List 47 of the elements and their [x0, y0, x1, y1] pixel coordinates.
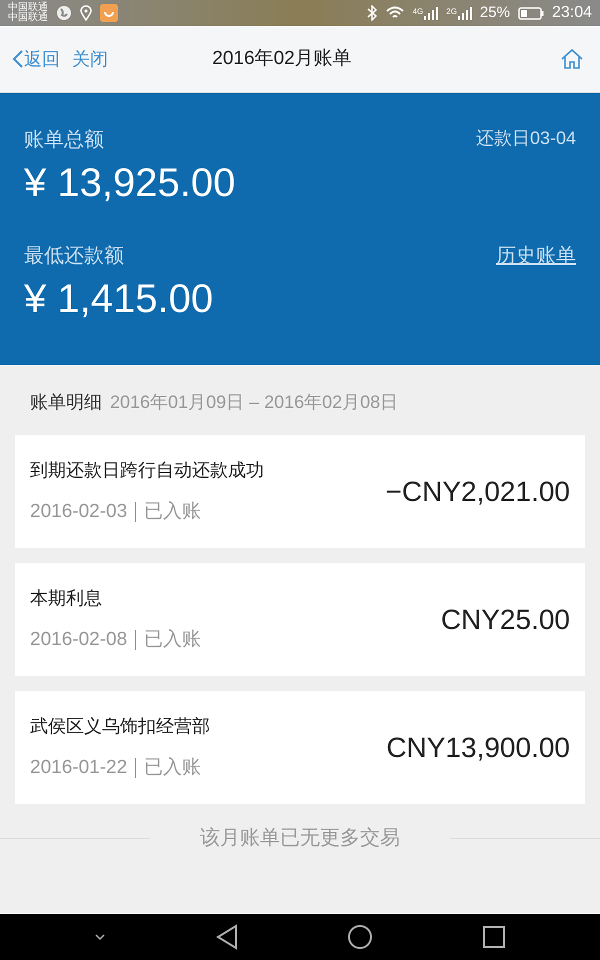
minimum-payment-amount: ¥ 1,415.00: [24, 276, 214, 323]
network-type-label: 2G: [446, 6, 457, 18]
bluetooth-icon: [366, 5, 377, 21]
transaction-amount: CNY25.00: [440, 602, 570, 636]
transaction-status: 已入账: [144, 756, 202, 780]
transaction-status: 已入账: [144, 628, 202, 652]
home-nav-button[interactable]: [347, 924, 374, 950]
transaction-card[interactable]: 到期还款日跨行自动还款成功 2016-02-03 已入账 −CNY2,021.00: [15, 435, 585, 548]
signal-icon: [458, 6, 472, 20]
square-recents-icon: [482, 925, 506, 949]
transaction-card[interactable]: 本期利息 2016-02-08 已入账 CNY25.00: [15, 563, 585, 676]
end-of-list-message: 该月账单已无更多交易: [200, 826, 400, 851]
transaction-date: 2016-02-08: [30, 628, 128, 652]
back-nav-button[interactable]: [214, 924, 239, 950]
battery-icon: [518, 6, 544, 20]
transaction-card[interactable]: 武侯区义乌饰扣经营部 2016-01-22 已入账 CNY13,900.00: [15, 691, 585, 804]
chevron-left-icon: [12, 49, 24, 69]
signal-icon: [424, 6, 438, 20]
total-amount: ¥ 13,925.00: [24, 160, 236, 207]
carrier-label: 中国联通: [8, 13, 48, 23]
network-type-label: 4G: [412, 6, 424, 18]
transaction-title: 武侯区义乌饰扣经营部: [30, 714, 210, 738]
transaction-amount: −CNY2,021.00: [386, 474, 570, 508]
location-pin-icon: [80, 5, 92, 21]
transaction-title: 到期还款日跨行自动还款成功: [30, 458, 264, 482]
due-date: 还款日03-04: [476, 127, 576, 150]
clock: 23:04: [552, 3, 592, 23]
minimum-payment-label: 最低还款额: [24, 244, 124, 269]
transaction-date: 2016-02-03: [30, 500, 128, 524]
circle-home-icon: [347, 924, 374, 950]
history-link[interactable]: 历史账单: [496, 241, 576, 271]
triangle-back-icon: [214, 924, 239, 950]
chevron-down-icon: [94, 933, 106, 941]
transaction-title: 本期利息: [30, 586, 103, 610]
carrier-label: 中国联通: [8, 3, 48, 13]
app-notification-icon: [100, 4, 118, 22]
recents-button[interactable]: [482, 925, 506, 949]
page-title: 2016年02月账单: [212, 46, 352, 71]
transaction-date: 2016-01-22: [30, 756, 128, 780]
battery-percent: 25%: [480, 2, 510, 23]
statement-period: 2016年01月09日 – 2016年02月08日: [110, 390, 398, 414]
transaction-status: 已入账: [144, 500, 202, 524]
total-label: 账单总额: [24, 128, 104, 153]
details-heading: 账单明细: [30, 390, 102, 414]
home-icon: [560, 48, 584, 70]
collapse-button[interactable]: [94, 933, 106, 941]
transaction-amount: CNY13,900.00: [386, 730, 570, 764]
